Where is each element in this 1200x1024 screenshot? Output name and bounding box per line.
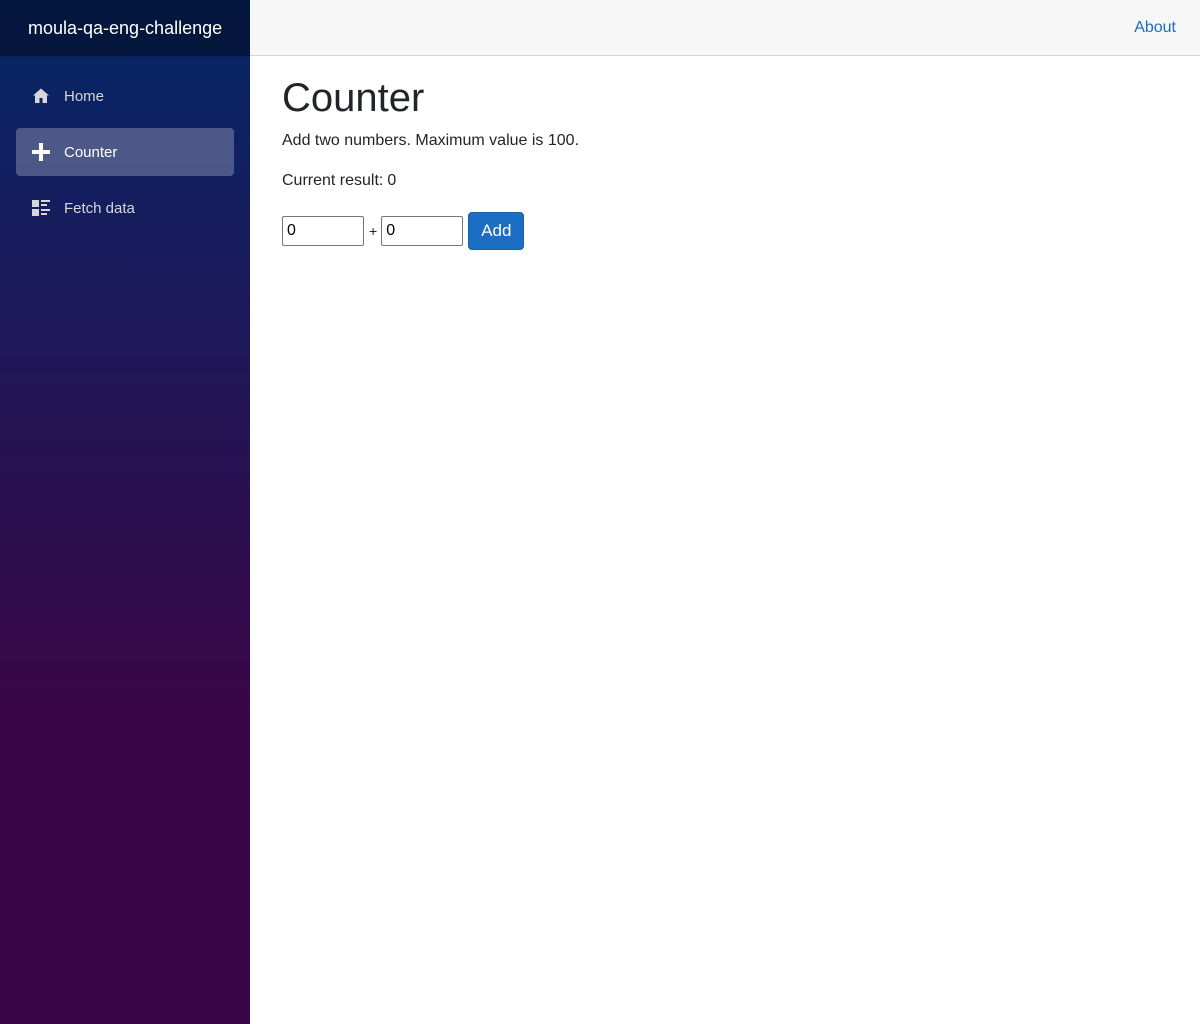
nav-item-fetch-data[interactable]: Fetch data bbox=[16, 184, 234, 232]
current-result: Current result: 0 bbox=[282, 172, 1168, 190]
second-number-input[interactable] bbox=[381, 216, 464, 246]
list-rich-icon bbox=[32, 199, 50, 217]
page-title: Counter bbox=[282, 76, 425, 120]
plus-operator: + bbox=[369, 223, 378, 239]
brand-link[interactable]: moula-qa-eng-challenge bbox=[28, 18, 222, 39]
brand-bar: moula-qa-eng-challenge bbox=[0, 0, 250, 56]
app-root: moula-qa-eng-challenge Home Counter Fetc… bbox=[0, 0, 1200, 1024]
nav-menu: Home Counter Fetch data bbox=[0, 56, 250, 232]
nav-item-home[interactable]: Home bbox=[16, 72, 234, 120]
home-icon bbox=[32, 87, 50, 105]
add-button[interactable]: Add bbox=[468, 212, 525, 250]
main-area: About Counter Add two numbers. Maximum v… bbox=[250, 0, 1200, 1024]
first-number-input[interactable] bbox=[282, 216, 364, 246]
result-label: Current result: bbox=[282, 172, 384, 189]
nav-item-counter[interactable]: Counter bbox=[16, 128, 234, 176]
add-form: + Add bbox=[282, 212, 1168, 250]
result-value: 0 bbox=[387, 172, 397, 189]
top-bar: About bbox=[250, 0, 1200, 56]
page-content: Counter Add two numbers. Maximum value i… bbox=[250, 56, 1200, 268]
nav-item-label: Fetch data bbox=[64, 199, 135, 217]
page-description: Add two numbers. Maximum value is 100. bbox=[282, 132, 580, 149]
sidebar: moula-qa-eng-challenge Home Counter Fetc… bbox=[0, 0, 250, 1024]
plus-icon bbox=[32, 143, 50, 161]
nav-item-label: Counter bbox=[64, 143, 118, 161]
nav-item-label: Home bbox=[64, 87, 105, 105]
about-link[interactable]: About bbox=[1134, 19, 1176, 37]
